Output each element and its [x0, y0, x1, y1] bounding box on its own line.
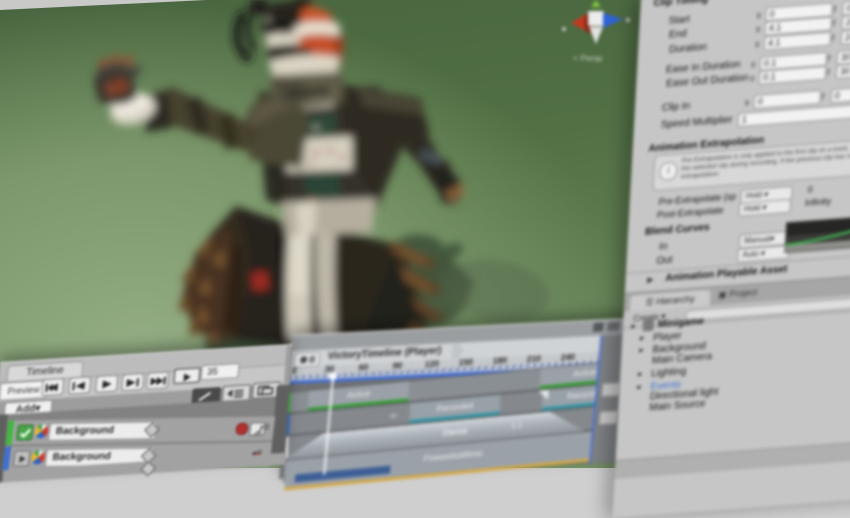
svg-text:< Persp: < Persp — [573, 53, 603, 63]
